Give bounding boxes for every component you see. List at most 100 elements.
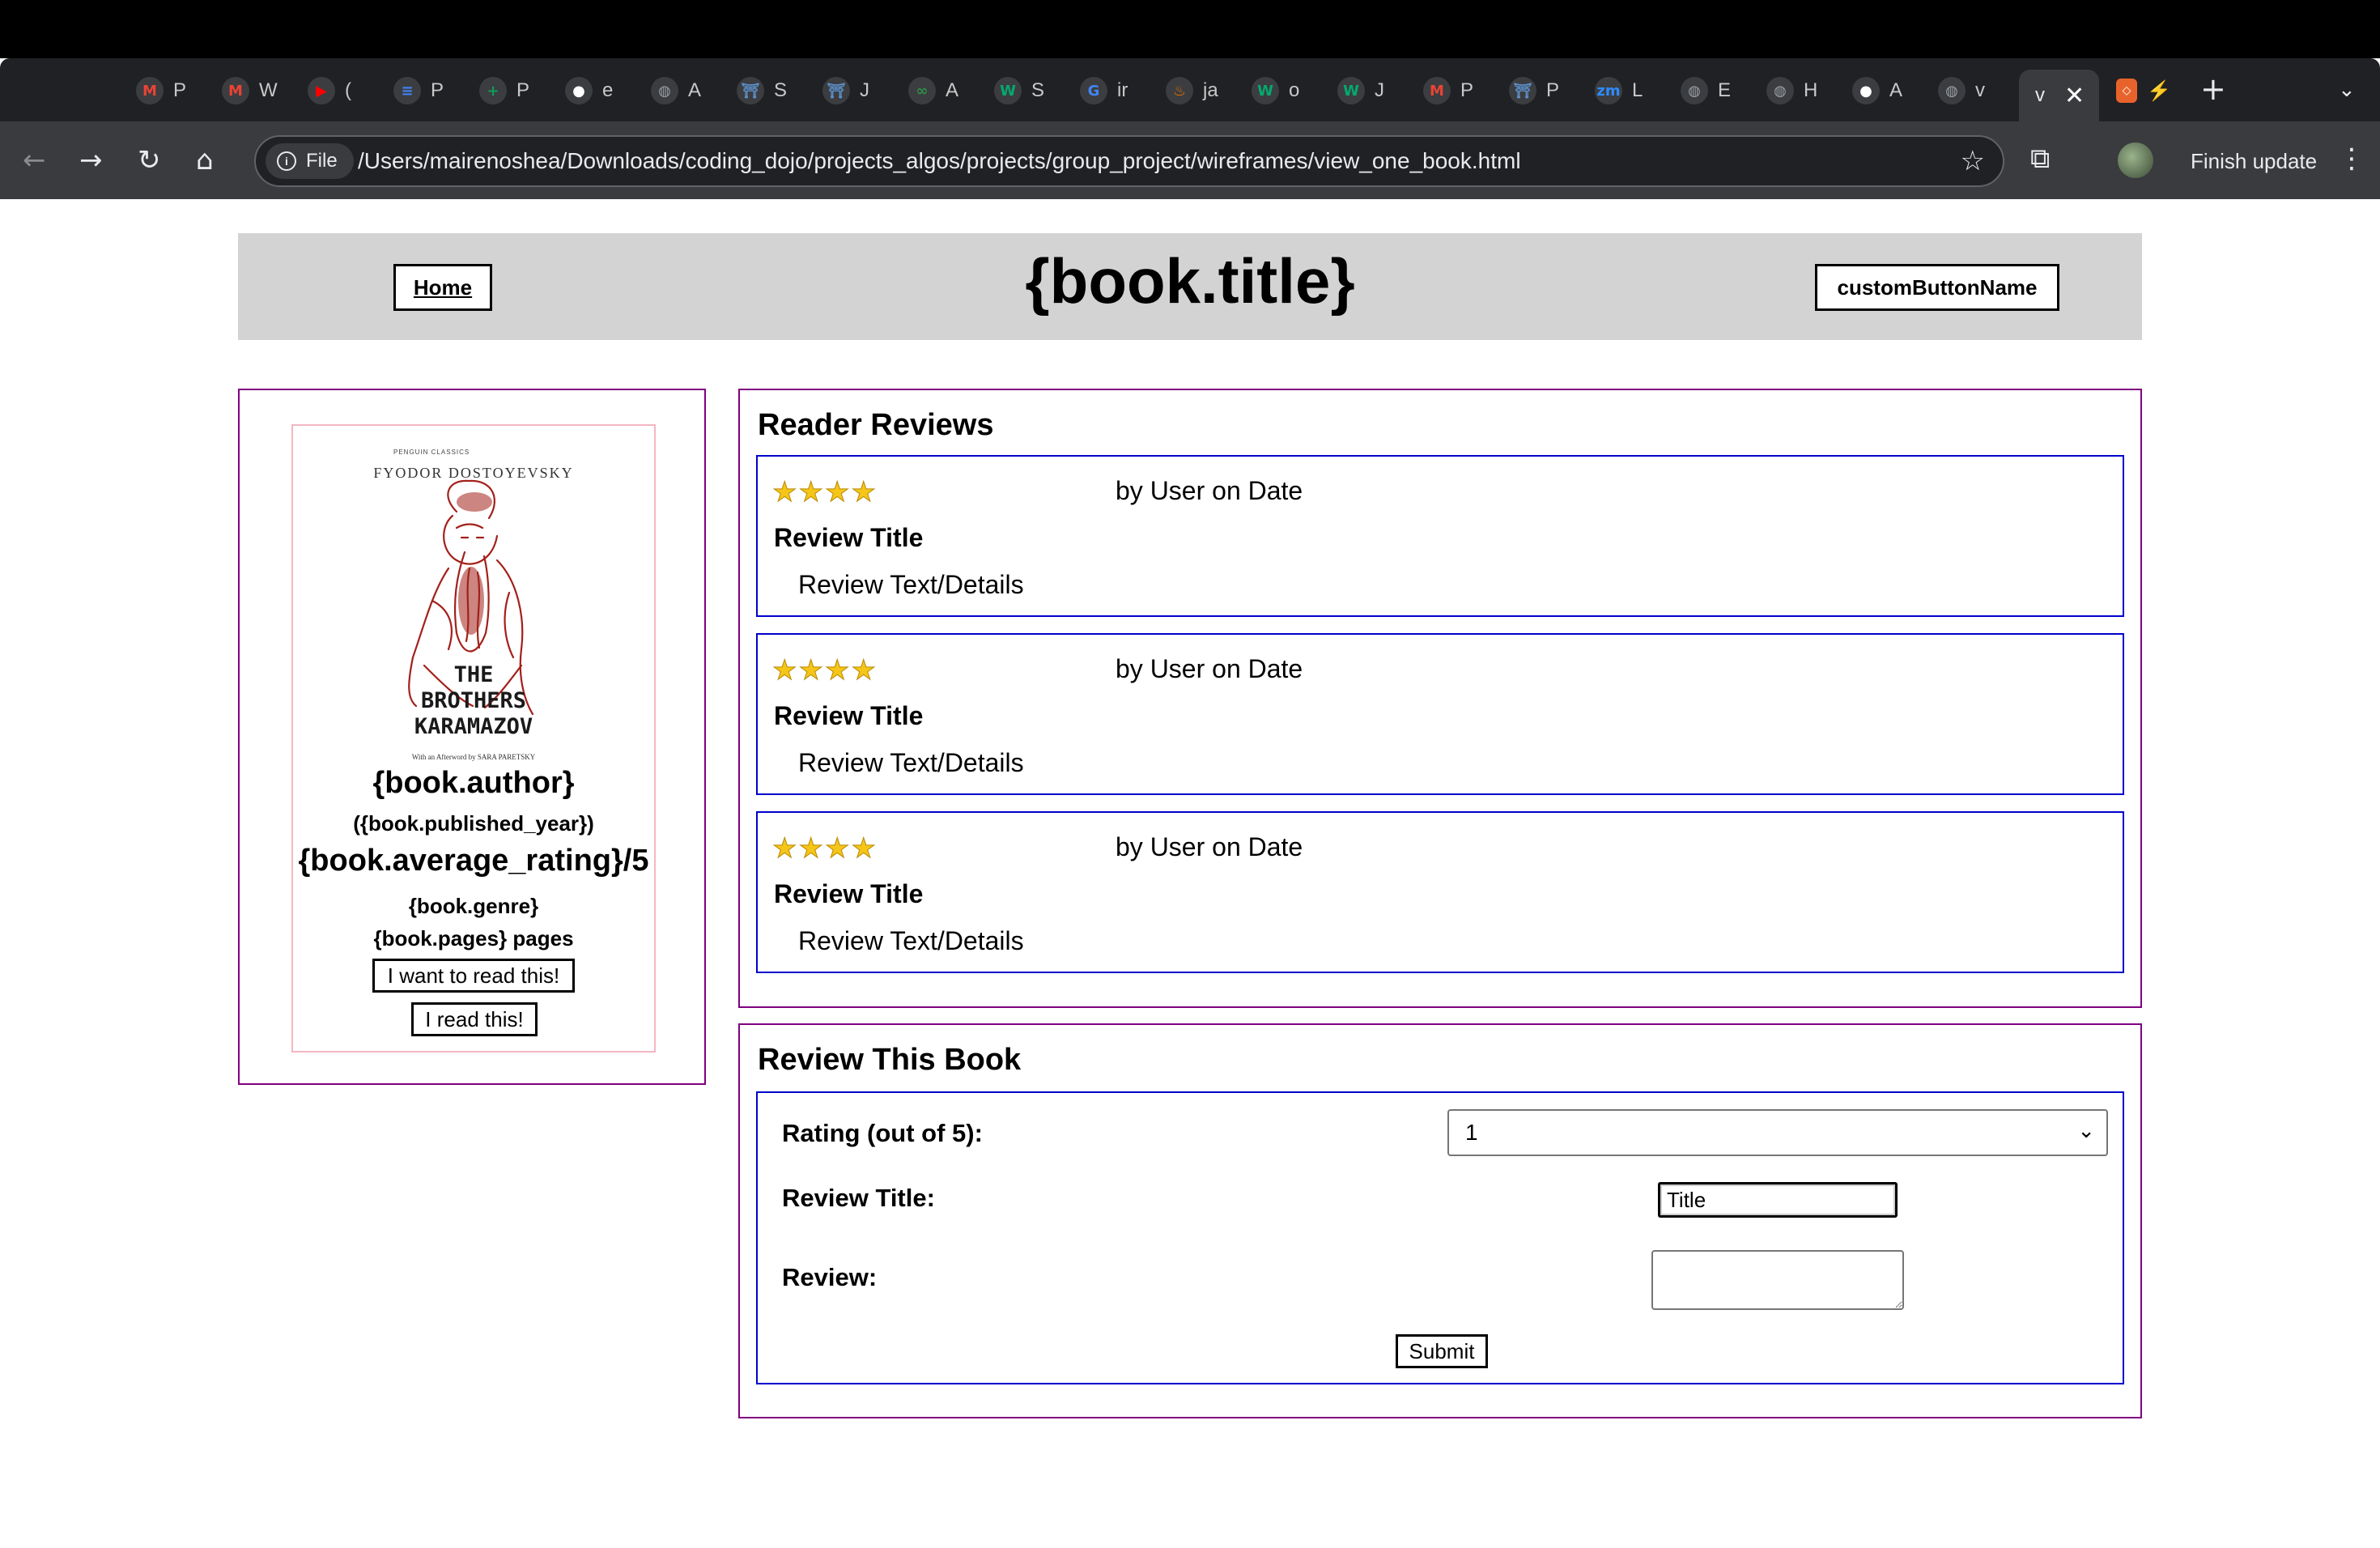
browser-menu-icon[interactable]: ⋮ (2338, 142, 2365, 175)
review-title-input[interactable] (1658, 1182, 1898, 1218)
extensions-puzzle-icon[interactable]: ⧉ (2030, 142, 2050, 175)
info-icon: i (277, 151, 296, 171)
tab[interactable]: WS (994, 71, 1044, 110)
cover-title: THE BROTHERS KARAMAZOV (335, 662, 612, 740)
read-this-button[interactable]: I read this! (411, 1002, 538, 1036)
tab[interactable]: ◍ E (1681, 71, 1731, 110)
review-label: Review: (782, 1263, 878, 1291)
tab[interactable]: Wo (1252, 71, 1299, 110)
tab-label: ( (345, 79, 351, 101)
coding-dojo-icon: ⛩ (1509, 77, 1536, 104)
page-header: Home {book.title} customButtonName (238, 233, 2142, 340)
tab-label: L (1632, 79, 1643, 101)
finish-update-button[interactable]: Finish update (2191, 149, 2317, 174)
youtube-icon: ▶ (308, 77, 335, 104)
tab[interactable]: ∞ A (908, 71, 958, 110)
tab[interactable]: ● A (1852, 71, 1902, 110)
rating-stars-icon: ★★★★ (772, 832, 878, 865)
tab[interactable]: ▶( (308, 71, 351, 110)
zoom-icon: zm (1595, 77, 1622, 104)
tab-label: o (1289, 79, 1300, 101)
tab-label: A (688, 79, 702, 101)
review-title: Review Title (774, 879, 924, 908)
cover-title-line-2: BROTHERS (420, 688, 527, 713)
java-icon: ♨ (1166, 77, 1193, 104)
tab-label: ja (1203, 79, 1218, 101)
tab-label: J (860, 79, 869, 101)
new-tab-button[interactable]: + (2200, 71, 2226, 107)
tab[interactable]: ◍ v (1938, 71, 1985, 110)
book-pages: {book.pages} pages (373, 926, 574, 950)
forward-icon[interactable]: → (79, 144, 103, 176)
reader-reviews-heading: Reader Reviews (758, 408, 994, 442)
tab-label: S (774, 79, 788, 101)
tab[interactable]: ⛩ J (822, 71, 869, 110)
chevron-down-icon: ⌄ (2077, 1119, 2095, 1143)
google-sheets-icon: + (479, 77, 507, 104)
book-card: PENGUIN CLASSICS FYODOR DOSTOYEVSKY THE … (291, 424, 656, 1053)
profile-avatar[interactable] (2118, 142, 2153, 178)
tab-label: P (1546, 79, 1560, 101)
tab-html-file[interactable]: ◇ ⚡ (2116, 71, 2171, 110)
tab[interactable]: ♨ ja (1166, 71, 1218, 110)
tab-search-chevron-icon[interactable]: ⌄ (2338, 78, 2356, 102)
globe-icon: ◍ (651, 77, 678, 104)
back-icon[interactable]: ← (23, 144, 46, 176)
globe-icon: ◍ (1938, 77, 1966, 104)
book-published-year: ({book.published_year}) (353, 811, 594, 836)
review-text: Review Text/Details (798, 926, 1024, 955)
custom-button[interactable]: customButtonName (1815, 264, 2059, 311)
tab[interactable]: MP (1423, 71, 1473, 110)
tab[interactable]: MW (222, 71, 278, 110)
site-info-chip[interactable]: i File (266, 143, 354, 179)
tab[interactable]: ◍ A (651, 71, 701, 110)
tab-label: W (259, 79, 278, 101)
book-genre: {book.genre} (408, 894, 539, 918)
w3schools-icon: W (1337, 77, 1365, 104)
tab[interactable]: MP (136, 71, 186, 110)
review-text: Review Text/Details (798, 570, 1024, 599)
rating-select[interactable]: 1 ⌄ (1447, 1109, 2108, 1156)
close-tab-icon[interactable]: ✕ (2064, 82, 2085, 110)
cover-title-line-1: THE (453, 662, 494, 687)
url-text[interactable]: /Users/mairenoshea/Downloads/coding_dojo… (358, 148, 1521, 174)
review-card: ★★★★ by User on Date Review Title Review… (756, 811, 2124, 973)
review-form-heading: Review This Book (758, 1043, 1022, 1077)
book-average-rating: {book.average_rating}/5 (298, 844, 649, 878)
cover-title-line-3: KARAMAZOV (414, 714, 533, 739)
tab-label: P (431, 79, 444, 101)
github-icon: ● (565, 77, 593, 104)
tab[interactable]: ⛩ P (1509, 71, 1559, 110)
tab-label: A (946, 79, 959, 101)
tab[interactable]: ≡ P (393, 71, 444, 110)
google-icon: G (1080, 77, 1107, 104)
tab-label: v (1975, 79, 1985, 101)
want-to-read-button[interactable]: I want to read this! (372, 959, 575, 993)
tab[interactable]: zm L (1595, 71, 1643, 110)
home-icon[interactable]: ⌂ (196, 144, 214, 176)
tab-label: H (1804, 79, 1818, 101)
reload-icon[interactable]: ↻ (138, 144, 161, 176)
tab[interactable]: ⛩ S (737, 71, 787, 110)
tab[interactable]: WJ (1337, 71, 1384, 110)
window-top-strip (0, 0, 2380, 58)
bookmark-star-icon[interactable]: ☆ (1961, 145, 1985, 177)
review-card: ★★★★ by User on Date Review Title Review… (756, 455, 2124, 617)
tab-active[interactable]: v ✕ (2019, 70, 2100, 121)
submit-button[interactable]: Submit (1396, 1334, 1488, 1368)
review-text: Review Text/Details (798, 748, 1024, 777)
tab-label: A (1889, 79, 1903, 101)
site-info-label: File (306, 150, 338, 172)
tab-label: J (1375, 79, 1384, 101)
tab[interactable]: ◍ H (1766, 71, 1817, 110)
tab-label: E (1718, 79, 1732, 101)
review-textarea[interactable] (1651, 1250, 1904, 1310)
address-bar[interactable]: i File /Users/mairenoshea/Downloads/codi… (254, 135, 2004, 187)
tab[interactable]: ● e (565, 71, 613, 110)
tab[interactable]: + P (479, 71, 529, 110)
google-docs-icon: ≡ (393, 77, 421, 104)
w3schools-icon: W (994, 77, 1022, 104)
tab-label: ⚡ (2147, 79, 2171, 102)
tab[interactable]: Gir (1080, 71, 1128, 110)
tab-label: P (173, 79, 187, 101)
